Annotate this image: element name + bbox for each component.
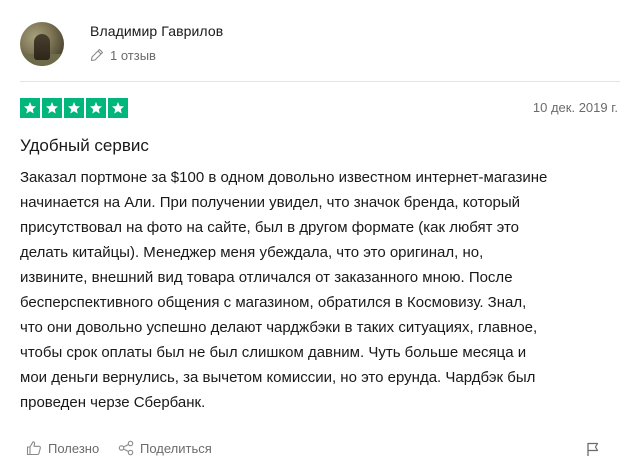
review-body-line: Заказал портмоне за $100 в одном довольн… bbox=[20, 169, 548, 186]
useful-label: Полезно bbox=[48, 440, 100, 456]
review-count: 1 отзыв bbox=[90, 47, 156, 63]
review-body-line: мои деньги вернулись, за вычетом комисси… bbox=[20, 369, 536, 386]
star-icon bbox=[42, 98, 62, 118]
review-count-label: 1 отзыв bbox=[110, 47, 156, 63]
review-header: Владимир Гаврилов 1 отзыв bbox=[20, 20, 620, 68]
author-name[interactable]: Владимир Гаврилов bbox=[90, 23, 223, 39]
useful-button[interactable]: Полезно bbox=[26, 440, 99, 456]
review-body-line: бесперспективного общения с магазином, о… bbox=[20, 294, 527, 311]
review-body-line: начинается на Али. При получении увидел,… bbox=[20, 194, 521, 211]
review-body-line: извините, внешний вид товара отличался о… bbox=[20, 269, 513, 286]
review-body-line: чтобы срок оплаты был не был слишком дав… bbox=[20, 344, 527, 361]
star-icon bbox=[86, 98, 106, 118]
avatar[interactable] bbox=[20, 22, 64, 66]
share-label: Поделиться bbox=[140, 440, 212, 456]
review-body-line: присутствовал на фото на сайте, был в др… bbox=[20, 219, 520, 236]
review-body-line: что они довольно успешно делают чарджбэк… bbox=[20, 319, 538, 336]
review-body-line: делать китайцы). Менеджер меня убеждала,… bbox=[20, 244, 484, 261]
review-date: 10 дек. 2019 г. bbox=[532, 100, 618, 115]
share-button[interactable]: Поделиться bbox=[118, 440, 212, 456]
thumbs-up-icon bbox=[26, 441, 41, 456]
pencil-icon bbox=[90, 48, 104, 62]
share-icon bbox=[118, 440, 134, 456]
review-body: Заказал портмоне за $100 в одном довольн… bbox=[20, 165, 620, 415]
review-actions: Полезно Поделиться bbox=[20, 440, 620, 460]
divider bbox=[20, 81, 620, 82]
flag-icon bbox=[587, 442, 599, 456]
star-rating bbox=[20, 98, 128, 118]
star-icon bbox=[64, 98, 84, 118]
review-body-line: проведен черзе Сбербанк. bbox=[20, 394, 206, 411]
star-icon bbox=[108, 98, 128, 118]
review-card: Владимир Гаврилов 1 отзыв 10 дек. 2019 г… bbox=[0, 0, 633, 470]
star-icon bbox=[20, 98, 40, 118]
report-button[interactable] bbox=[586, 441, 600, 462]
review-title[interactable]: Удобный сервис bbox=[20, 136, 149, 156]
